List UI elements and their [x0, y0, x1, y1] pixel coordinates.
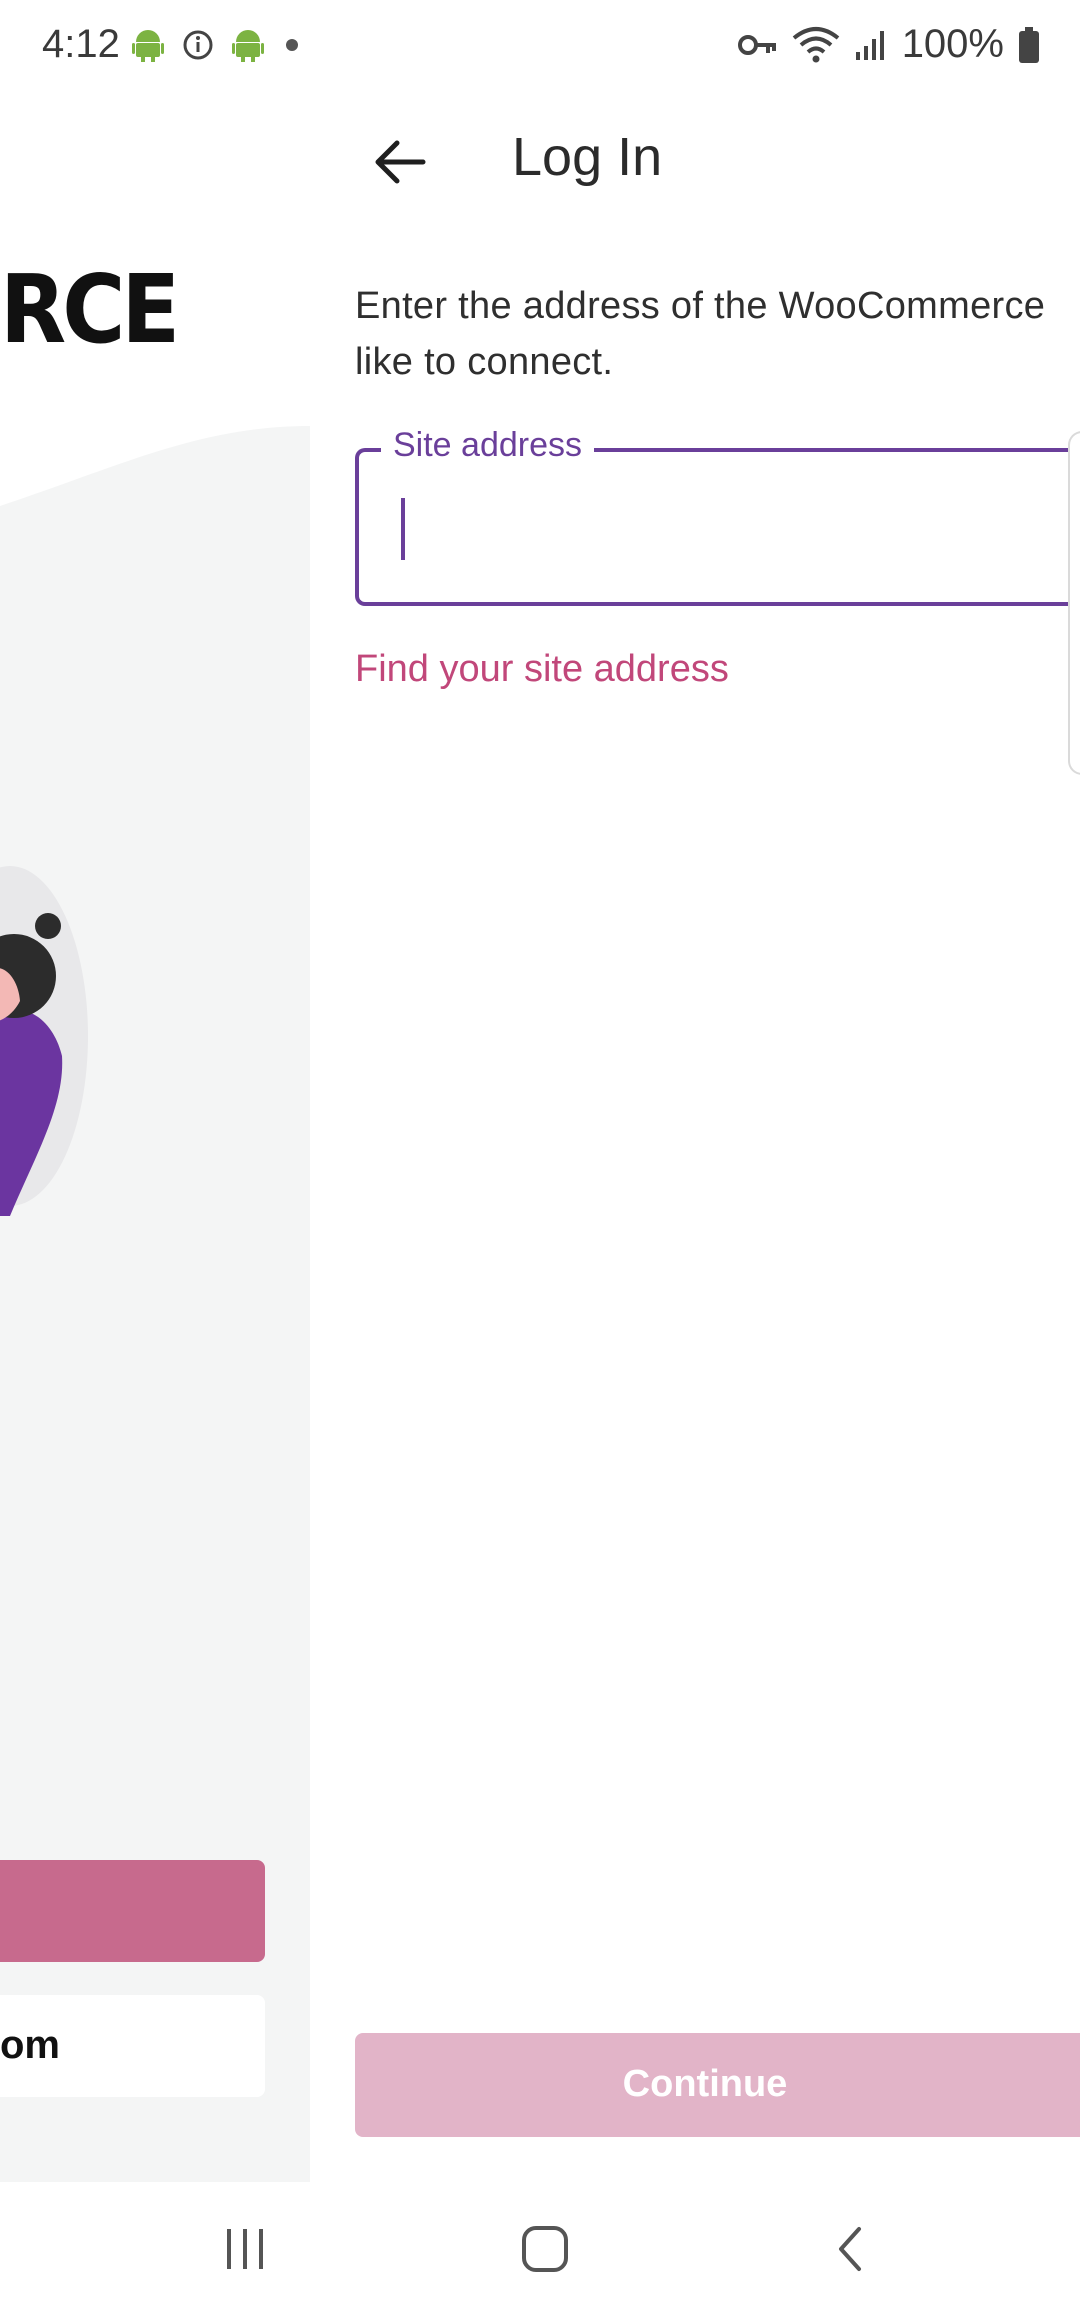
continue-button[interactable]: Continue	[355, 2033, 1080, 2137]
wifi-icon	[792, 26, 839, 62]
arrow-back-icon	[375, 140, 426, 184]
find-site-address-link[interactable]: Find your site address	[355, 648, 729, 691]
android-icon	[132, 30, 164, 62]
signal-icon	[855, 30, 884, 60]
back-icon	[839, 2227, 861, 2271]
back-nav-button[interactable]	[805, 2212, 895, 2286]
back-button[interactable]	[360, 122, 440, 202]
home-button[interactable]	[500, 2212, 590, 2286]
site-address-label: Site address	[381, 426, 594, 465]
login-panel: Log In Enter the address of the WooComme…	[310, 96, 1080, 2182]
recents-button[interactable]	[200, 2212, 290, 2286]
battery-icon	[1019, 26, 1039, 63]
site-address-field[interactable]: Site address	[355, 426, 1080, 606]
woocommerce-logo: RCE	[0, 255, 180, 365]
battery-percent: 100%	[901, 22, 1004, 66]
android-icon	[232, 30, 264, 62]
site-address-input[interactable]	[389, 482, 1080, 564]
background-secondary-button: om	[0, 1995, 265, 2097]
page-title: Log In	[512, 127, 663, 187]
text-cursor	[401, 498, 405, 560]
navigation-bar	[0, 2182, 1080, 2316]
background-primary-button	[0, 1860, 265, 1962]
dot-icon	[286, 39, 298, 51]
recents-icon	[227, 2229, 263, 2269]
continue-button-label: Continue	[622, 2063, 788, 2105]
info-icon	[183, 30, 213, 60]
autofill-popup-edge	[1068, 431, 1080, 775]
status-time: 4:12	[42, 22, 120, 66]
login-description: Enter the address of the WooCommerce lik…	[355, 285, 1046, 383]
background-secondary-button-label: om	[0, 2023, 60, 2067]
status-bar: 4:12 100%	[0, 0, 1080, 96]
vpn-key-icon	[737, 34, 776, 55]
home-icon	[522, 2226, 568, 2272]
